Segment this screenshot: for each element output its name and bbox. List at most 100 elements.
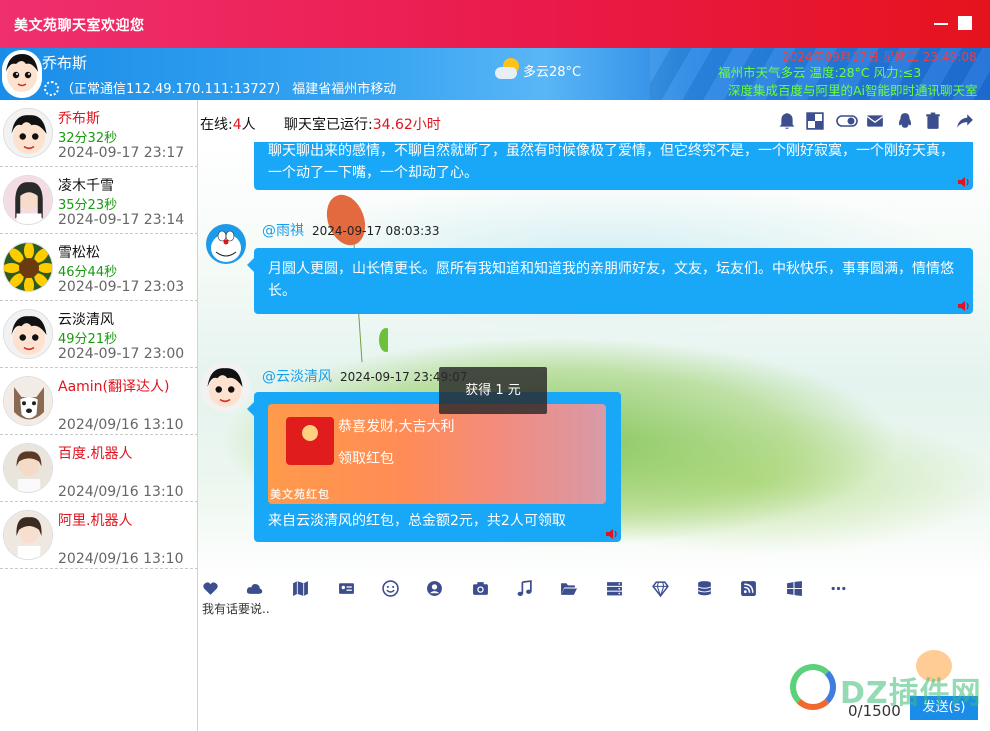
user-circle-icon[interactable] (426, 580, 443, 597)
share-icon[interactable] (956, 112, 974, 130)
partly-cloudy-icon (495, 58, 523, 80)
user-name: Aamin(翻译达人) (58, 379, 170, 395)
online-count: 在线:4人 (200, 117, 256, 133)
user-online-duration: 46分44秒 (58, 265, 118, 280)
red-packet-card[interactable]: 恭喜发财,大吉大利 领取红包 美文苑红包 (268, 404, 606, 504)
user-list-item[interactable]: 凌木千雪 35分23秒 2024-09-17 23:14 (0, 167, 198, 234)
toggle-icon[interactable] (836, 112, 858, 130)
user-list-item[interactable]: 云淡清风 49分21秒 2024-09-17 23:00 (0, 301, 198, 368)
user-avatar (3, 510, 53, 560)
map-icon[interactable] (292, 580, 309, 597)
reward-toast: 获得 1 元 (439, 367, 547, 414)
girl-photo-icon (4, 444, 52, 492)
husky-dog-icon (4, 377, 52, 425)
red-packet-description: 来自云淡清风的红包，总金额2元，共2人可领取 (268, 513, 566, 529)
user-name: 凌木千雪 (58, 178, 114, 194)
red-envelope-icon (286, 417, 334, 465)
user-login-time: 2024-09-17 23:17 (58, 145, 185, 161)
chessboard-icon[interactable] (806, 112, 824, 130)
rss-icon[interactable] (740, 580, 757, 597)
current-user-avatar[interactable] (2, 50, 42, 98)
cartoon-avatar-icon (4, 310, 52, 358)
chat-toolbar: 在线:4人 聊天室已运行:34.62小时 (198, 100, 990, 142)
message-time: 2024-09-17 08:03:33 (312, 224, 440, 238)
id-card-icon[interactable] (338, 580, 355, 597)
message-text: 月圆人更圆，山长情更长。愿所有我知道和知道我的亲朋师好友，文友，坛友们。中秋快乐… (268, 261, 954, 299)
sender-name[interactable]: @雨祺 (262, 223, 304, 239)
red-packet-brand: 美文苑红包 (270, 488, 330, 501)
message-meta: @云淡清风 2024-09-17 23:49:07 (262, 366, 467, 386)
user-login-time: 2024-09-17 23:03 (58, 279, 185, 295)
current-username: 乔布斯 (42, 54, 88, 72)
user-avatar (3, 175, 53, 225)
user-avatar (3, 376, 53, 426)
user-online-duration: 35分23秒 (58, 198, 118, 213)
smiley-icon[interactable] (382, 580, 399, 597)
message-meta: @雨祺 2024-09-17 08:03:33 (262, 220, 439, 240)
watermark-text: DZ插件网 (840, 676, 982, 711)
user-login-time: 2024/09/16 13:10 (58, 484, 184, 500)
title-bar: 美文苑聊天室欢迎您 (0, 0, 990, 48)
slogan-marquee: 深度集成百度与阿里的Ai智能即时通讯聊天室 (728, 83, 978, 98)
user-list-item[interactable]: Aamin(翻译达人) 2024/09/16 13:10 (0, 368, 198, 435)
user-avatar (3, 309, 53, 359)
user-login-time: 2024/09/16 13:10 (58, 551, 184, 567)
speaker-icon[interactable] (605, 528, 619, 540)
doraemon-avatar[interactable] (204, 222, 248, 266)
bell-icon[interactable] (778, 112, 796, 130)
user-avatar (3, 443, 53, 493)
red-packet-wish: 恭喜发财,大吉大利 (338, 419, 455, 435)
user-online-duration: 49分21秒 (58, 332, 118, 347)
folder-open-icon[interactable] (560, 580, 577, 597)
doraemon-icon (206, 224, 246, 264)
chat-message-area[interactable]: 聊天聊出来的感情，不聊自然就断了，虽然有时候像极了爱情，但它终究不是，一个刚好寂… (198, 142, 990, 579)
user-name: 雪松松 (58, 245, 100, 261)
weather-text: 多云28°C (523, 65, 582, 80)
user-login-time: 2024/09/16 13:10 (58, 417, 184, 433)
qq-penguin-icon[interactable] (896, 112, 914, 130)
cartoon-avatar-icon (200, 362, 250, 412)
sender-avatar[interactable] (200, 362, 250, 412)
weather-marquee: 福州市天气多云 温度:28°C 风力:≤3 (718, 65, 922, 80)
room-runtime: 聊天室已运行:34.62小时 (284, 117, 441, 133)
server-icon[interactable] (606, 580, 623, 597)
music-icon[interactable] (516, 580, 533, 597)
sender-name[interactable]: @云淡清风 (262, 369, 332, 385)
heart-icon[interactable] (202, 580, 219, 597)
red-packet-message[interactable]: 恭喜发财,大吉大利 领取红包 美文苑红包 来自云淡清风的红包，总金额2元，共2人… (247, 392, 621, 542)
database-icon[interactable] (696, 580, 713, 597)
mail-icon[interactable] (866, 112, 884, 130)
windows-icon[interactable] (786, 580, 803, 597)
sunflower-icon (4, 243, 52, 291)
user-header: 乔布斯 （正常通信112.49.170.111:13727） 福建省福州市移动 … (0, 48, 990, 100)
more-icon[interactable] (830, 580, 847, 597)
message-text: 聊天聊出来的感情，不聊自然就断了，虽然有时候像极了爱情，但它终究不是，一个刚好寂… (268, 143, 954, 181)
minimize-button[interactable] (934, 23, 948, 25)
speaker-icon[interactable] (957, 176, 971, 188)
user-name: 云淡清风 (58, 312, 114, 328)
girl-photo-icon (4, 176, 52, 224)
user-list-item[interactable]: 百度.机器人 2024/09/16 13:10 (0, 435, 198, 502)
cartoon-avatar-icon (4, 109, 52, 157)
message-input[interactable]: 我有话要说.. (202, 600, 270, 617)
diamond-icon[interactable] (652, 580, 669, 597)
message-bubble[interactable]: 月圆人更圆，山长情更长。愿所有我知道和知道我的亲朋师好友，文友，坛友们。中秋快乐… (247, 248, 973, 314)
camera-icon[interactable] (472, 580, 489, 597)
user-avatar (3, 108, 53, 158)
cartoon-avatar-icon (2, 50, 42, 98)
input-toolbar (198, 579, 990, 598)
cloud-icon[interactable] (246, 580, 263, 597)
user-list-item[interactable]: 阿里.机器人 2024/09/16 13:10 (0, 502, 198, 569)
claim-red-packet[interactable]: 领取红包 (338, 448, 394, 470)
user-avatar (3, 242, 53, 292)
user-list-item[interactable]: 乔布斯 32分32秒 2024-09-17 23:17 (0, 100, 198, 167)
girl-photo-icon (4, 511, 52, 559)
site-watermark: DZ插件网 (790, 650, 990, 726)
maximize-button[interactable] (958, 16, 972, 30)
user-list-item[interactable]: 雪松松 46分44秒 2024-09-17 23:03 (0, 234, 198, 301)
user-name: 阿里.机器人 (58, 513, 133, 529)
user-online-duration: 32分32秒 (58, 131, 118, 146)
message-bubble[interactable]: 聊天聊出来的感情，不聊自然就断了，虽然有时候像极了爱情，但它终究不是，一个刚好寂… (254, 142, 973, 190)
speaker-icon[interactable] (957, 300, 971, 312)
trash-icon[interactable] (924, 112, 942, 130)
